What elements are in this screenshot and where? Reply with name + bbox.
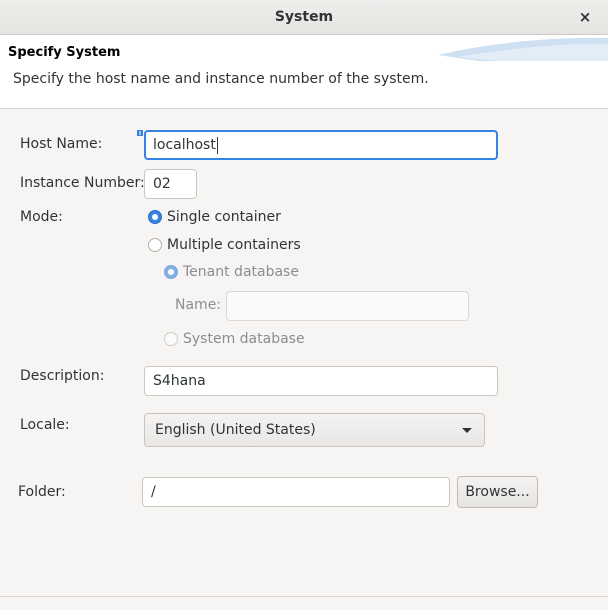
browse-button[interactable]: Browse... (457, 476, 538, 508)
host-name-value: localhost (153, 137, 216, 153)
host-name-input[interactable]: localhost (144, 130, 498, 160)
tenant-database-radio (164, 265, 178, 279)
window-title: System (274, 9, 334, 25)
instance-number-input[interactable]: 02 (144, 169, 197, 199)
tenant-name-label: Name: (175, 297, 222, 313)
title-bar: System × (0, 0, 608, 35)
system-database-radio (164, 332, 178, 346)
wizard-banner: Specify System Specify the host name and… (0, 35, 608, 109)
tenant-name-input (226, 291, 469, 321)
banner-swoosh-icon (438, 37, 608, 61)
bottom-divider (0, 596, 608, 597)
page-description: Specify the host name and instance numbe… (13, 71, 429, 87)
locale-dropdown[interactable]: English (United States) (144, 413, 485, 447)
locale-label: Locale: (20, 417, 70, 433)
locale-value: English (United States) (155, 422, 316, 438)
close-icon[interactable]: × (574, 6, 596, 28)
description-input[interactable]: S4hana (144, 366, 498, 396)
system-database-label: System database (183, 331, 305, 347)
info-icon (137, 130, 143, 136)
tenant-database-label: Tenant database (183, 264, 299, 280)
mode-label: Mode: (20, 209, 63, 225)
chevron-down-icon (462, 428, 472, 433)
folder-label: Folder: (18, 484, 66, 500)
multiple-containers-label[interactable]: Multiple containers (167, 237, 301, 253)
page-heading: Specify System (8, 45, 121, 60)
description-label: Description: (20, 368, 105, 384)
single-container-label[interactable]: Single container (167, 209, 281, 225)
multiple-containers-radio[interactable] (148, 238, 162, 252)
single-container-radio[interactable] (148, 210, 162, 224)
host-name-label: Host Name: (20, 136, 103, 152)
folder-input[interactable]: / (142, 477, 450, 507)
instance-number-label: Instance Number: (20, 175, 145, 191)
